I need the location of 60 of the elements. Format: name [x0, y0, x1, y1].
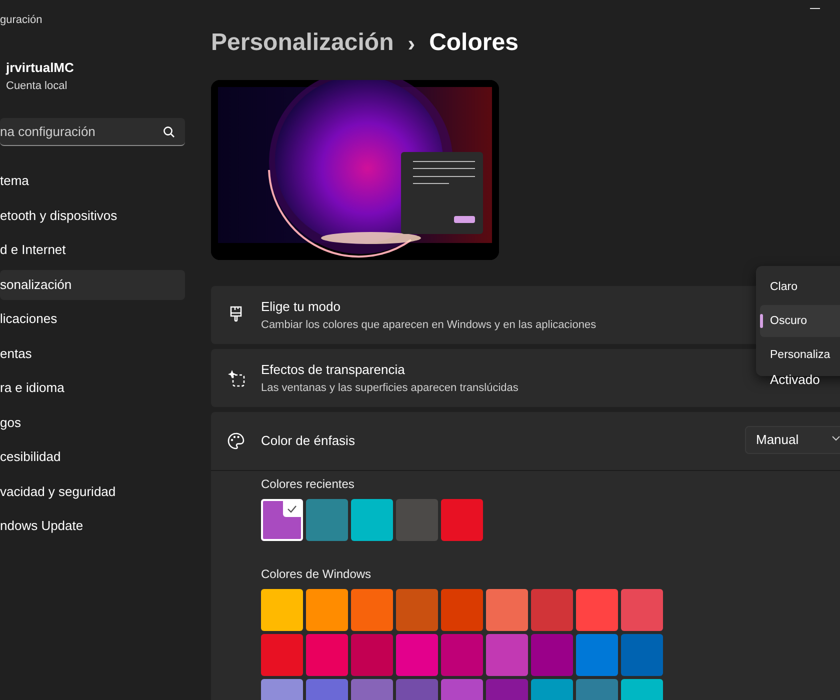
setting-title: Efectos de transparencia	[261, 361, 406, 379]
color-swatch[interactable]	[306, 589, 348, 631]
sidebar-item[interactable]: licaciones	[0, 304, 185, 334]
color-swatch[interactable]	[351, 589, 393, 631]
sidebar-item[interactable]: cesibilidad	[0, 442, 185, 472]
setting-description: Las ventanas y las superficies aparecen translúcidas	[261, 380, 518, 396]
transparency-icon	[227, 369, 245, 387]
sidebar-item[interactable]: ndows Update	[0, 511, 185, 542]
sidebar-item[interactable]: vacidad y seguridad	[0, 476, 185, 507]
sidebar-item[interactable]: etooth y dispositivos	[0, 200, 185, 231]
color-swatch[interactable]	[441, 634, 483, 676]
search-field[interactable]: na configuración	[0, 118, 185, 146]
recent-colors-label: Colores recientes	[261, 476, 356, 493]
color-swatch[interactable]	[396, 499, 438, 541]
window-title: guración	[0, 13, 44, 28]
sidebar-item[interactable]: entas	[0, 338, 185, 369]
color-swatch[interactable]	[306, 634, 348, 676]
sidebar-item[interactable]: sonalización	[0, 270, 185, 300]
setting-value: Activado	[770, 371, 820, 389]
color-swatch[interactable]	[396, 589, 438, 631]
color-swatch[interactable]	[351, 634, 393, 676]
sidebar-item[interactable]: tema	[0, 166, 185, 196]
menu-item[interactable]: Personaliza	[760, 339, 840, 371]
color-swatch[interactable]	[486, 634, 528, 676]
dropdown[interactable]: Manual	[745, 426, 840, 454]
color-swatch[interactable]	[621, 634, 663, 676]
windows-colors-label: Colores de Windows	[261, 566, 372, 583]
breadcrumb-parent[interactable]: Personalización	[211, 25, 394, 61]
color-swatch[interactable]	[261, 634, 303, 676]
color-swatch[interactable]	[351, 499, 393, 541]
sidebar-item[interactable]: ra e idioma	[0, 373, 185, 404]
menu-item[interactable]: Claro	[760, 271, 840, 303]
color-swatch[interactable]	[486, 589, 528, 631]
check-icon	[287, 505, 297, 513]
color-swatch[interactable]	[306, 499, 348, 541]
color-swatch[interactable]	[531, 634, 573, 676]
account-name: jrvirtualMC	[6, 59, 75, 77]
search-icon	[163, 126, 175, 138]
menu-item[interactable]: Oscuro	[760, 305, 840, 337]
color-swatch[interactable]	[576, 634, 618, 676]
sidebar-item[interactable]: d e Internet	[0, 235, 185, 266]
page-title: Colores	[429, 28, 518, 58]
color-swatch[interactable]	[261, 499, 303, 541]
color-swatch[interactable]	[621, 589, 663, 631]
breadcrumb-separator: ›	[408, 30, 416, 58]
selection-indicator	[760, 314, 763, 328]
color-swatch[interactable]	[441, 589, 483, 631]
color-swatch[interactable]	[441, 499, 483, 541]
palette-icon	[227, 432, 245, 450]
account-type: Cuenta local	[6, 78, 68, 94]
minimize-icon[interactable]	[810, 8, 820, 10]
color-swatch[interactable]	[576, 589, 618, 631]
color-swatch[interactable]	[531, 589, 573, 631]
color-swatch[interactable]	[261, 589, 303, 631]
chevron-icon	[832, 436, 840, 441]
setting-description: Cambiar los colores que aparecen en Windows y en las aplicaciones	[261, 318, 596, 332]
setting-title: Elige tu modo	[261, 298, 342, 316]
color-swatch[interactable]	[396, 634, 438, 676]
setting-title: Color de énfasis	[261, 432, 355, 450]
sidebar-item[interactable]: gos	[0, 408, 185, 438]
